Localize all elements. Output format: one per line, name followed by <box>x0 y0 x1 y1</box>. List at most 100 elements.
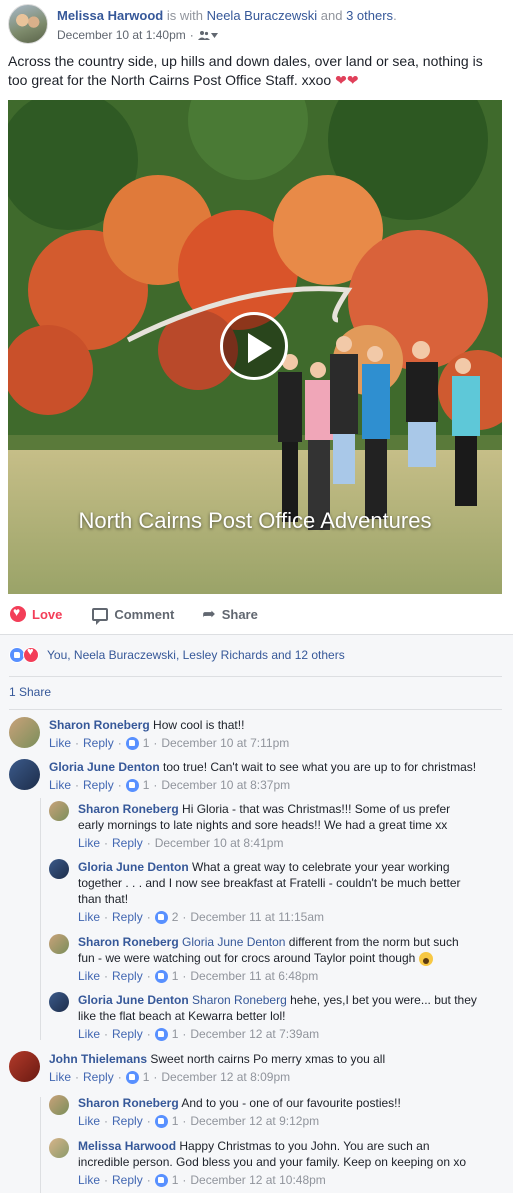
comment-meta: Like · Reply · 1 · December 11 at 6:48pm <box>78 968 478 984</box>
meta-separator: · <box>153 778 158 792</box>
like-link[interactable]: Like <box>78 835 100 851</box>
commenter-avatar[interactable] <box>9 759 40 790</box>
like-count[interactable]: 1 <box>143 1069 150 1085</box>
like-count-icon <box>154 1114 168 1128</box>
commenter-name[interactable]: John Thielemans <box>49 1052 147 1066</box>
comment-text: How cool is that!! <box>153 718 245 732</box>
like-link[interactable]: Like <box>78 909 100 925</box>
tagged-others-link[interactable]: 3 others <box>346 8 393 23</box>
reactions-text[interactable]: You, Neela Buraczewski, Lesley Richards … <box>47 648 345 662</box>
like-link[interactable]: Like <box>49 777 71 793</box>
commenter-name[interactable]: Sharon Roneberg <box>78 1096 179 1110</box>
comment-body: Sharon Roneberg Hi Gloria - that was Chr… <box>78 801 478 851</box>
reply-link[interactable]: Reply <box>112 1026 143 1042</box>
friends-icon[interactable] <box>197 30 218 40</box>
commenter-avatar[interactable] <box>49 1138 69 1158</box>
like-link[interactable]: Like <box>49 735 71 751</box>
reply-link[interactable]: Reply <box>83 1069 114 1085</box>
commenter-avatar[interactable] <box>49 801 69 821</box>
comment-body: Gloria June Denton too true! Can't wait … <box>49 759 499 793</box>
comment-body: Gloria June Denton Sharon Roneberg hehe,… <box>78 992 478 1042</box>
like-count[interactable]: 1 <box>143 735 150 751</box>
comment-icon <box>92 607 109 625</box>
reply-link[interactable]: Reply <box>83 735 114 751</box>
play-button[interactable] <box>220 312 288 380</box>
commenter-avatar[interactable] <box>9 717 40 748</box>
comment-body: Sharon Roneberg Gloria June Denton diffe… <box>78 934 478 984</box>
author-name[interactable]: Melissa Harwood <box>57 8 163 23</box>
comment-meta: Like · Reply · 1 · December 12 at 10:48pm <box>78 1172 478 1188</box>
like-count[interactable]: 2 <box>172 909 179 925</box>
love-button[interactable]: Love <box>10 605 62 622</box>
like-count[interactable]: 1 <box>172 1113 179 1129</box>
commenter-name[interactable]: Melissa Harwood <box>78 1139 176 1153</box>
tagged-person[interactable]: Neela Buraczewski <box>207 8 318 23</box>
like-link[interactable]: Like <box>78 1026 100 1042</box>
like-count-icon <box>154 1173 168 1187</box>
like-link[interactable]: Like <box>78 1172 100 1188</box>
commenter-avatar[interactable] <box>49 859 69 879</box>
comment-time[interactable]: December 10 at 8:37pm <box>161 777 290 793</box>
mention-link[interactable]: Sharon Roneberg <box>192 993 287 1007</box>
reply-link[interactable]: Reply <box>112 968 143 984</box>
like-link[interactable]: Like <box>49 1069 71 1085</box>
commenter-avatar[interactable] <box>49 992 69 1012</box>
meta-separator: · <box>117 778 122 792</box>
like-count[interactable]: 1 <box>143 777 150 793</box>
meta-separator: · <box>189 28 194 42</box>
meta-separator: · <box>117 1070 122 1084</box>
like-count[interactable]: 1 <box>172 1026 179 1042</box>
reply-link[interactable]: Reply <box>112 1113 143 1129</box>
commenter-name[interactable]: Sharon Roneberg <box>78 935 179 949</box>
comment-time[interactable]: December 12 at 7:39am <box>190 1026 319 1042</box>
meta-separator: · <box>182 1114 187 1128</box>
comment-time[interactable]: December 10 at 8:41pm <box>155 835 284 851</box>
video-caption: North Cairns Post Office Adventures <box>78 508 432 533</box>
like-link[interactable]: Like <box>78 968 100 984</box>
reply-link[interactable]: Reply <box>112 835 143 851</box>
like-count[interactable]: 1 <box>172 968 179 984</box>
mention-link[interactable]: Gloria June Denton <box>182 935 285 949</box>
meta-separator: · <box>146 836 151 850</box>
like-link[interactable]: Like <box>78 1113 100 1129</box>
facebook-post: Melissa Harwood is with Neela Buraczewsk… <box>0 0 513 1193</box>
commenter-name[interactable]: Sharon Roneberg <box>49 718 150 732</box>
comment-meta: Like · Reply · 1 · December 10 at 8:37pm <box>49 777 499 793</box>
commenter-avatar[interactable] <box>49 1095 69 1115</box>
reply-link[interactable]: Reply <box>112 1172 143 1188</box>
comment-button[interactable]: Comment <box>92 607 174 625</box>
comment-time[interactable]: December 10 at 7:11pm <box>161 735 289 751</box>
post-timestamp[interactable]: December 10 at 1:40pm <box>57 28 186 42</box>
meta-separator: · <box>182 969 187 983</box>
comment-time[interactable]: December 12 at 8:09pm <box>161 1069 290 1085</box>
reactions-summary[interactable]: You, Neela Buraczewski, Lesley Richards … <box>9 646 345 663</box>
meta-separator: · <box>117 736 122 750</box>
like-count[interactable]: 1 <box>172 1172 179 1188</box>
commenter-avatar[interactable] <box>49 934 69 954</box>
commenter-avatar[interactable] <box>9 1051 40 1082</box>
comment-time[interactable]: December 11 at 6:48pm <box>190 968 318 984</box>
shares-link[interactable]: 1 Share <box>9 685 51 699</box>
reply-link[interactable]: Reply <box>112 909 143 925</box>
meta-separator: · <box>104 1114 109 1128</box>
comment-time[interactable]: December 12 at 9:12pm <box>190 1113 319 1129</box>
commenter-name[interactable]: Gloria June Denton <box>49 760 160 774</box>
commenter-name[interactable]: Sharon Roneberg <box>78 802 179 816</box>
author-avatar[interactable] <box>8 4 48 44</box>
comment-time[interactable]: December 11 at 11:15am <box>190 909 324 925</box>
comment-text: too true! Can't wait to see what you are… <box>163 760 477 774</box>
share-button[interactable]: ➦ Share <box>202 604 258 624</box>
commenter-name[interactable]: Gloria June Denton <box>78 993 189 1007</box>
comment-time[interactable]: December 12 at 10:48pm <box>190 1172 325 1188</box>
with-text: is with <box>166 8 203 23</box>
comment-meta: Like · Reply · 1 · December 12 at 7:39am <box>78 1026 478 1042</box>
meta-separator: · <box>104 836 109 850</box>
comment-meta: Like · Reply · 1 · December 12 at 9:12pm <box>78 1113 498 1129</box>
comment-body: Sharon Roneberg And to you - one of our … <box>78 1095 498 1129</box>
meta-separator: · <box>146 1114 151 1128</box>
comment-meta: Like · Reply · 1 · December 10 at 7:11pm <box>49 735 499 751</box>
reply-link[interactable]: Reply <box>83 777 114 793</box>
commenter-name[interactable]: Gloria June Denton <box>78 860 189 874</box>
action-bar: Love Comment ➦ Share <box>8 600 502 628</box>
video-player[interactable]: North Cairns Post Office Adventures <box>8 100 502 594</box>
